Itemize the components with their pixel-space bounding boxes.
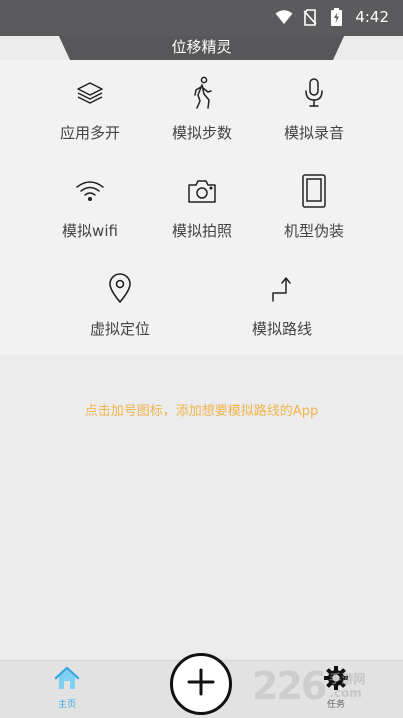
- status-bar: 4:42: [0, 0, 403, 34]
- watermark-text: 手游网 .com: [329, 672, 365, 700]
- feature-grid: 应用多开 模拟步数 模拟录音 模拟wifi 模拟拍照 机型伪装 虚拟定位 模拟路…: [0, 60, 403, 354]
- hint-text: 点击加号图标，添加想要模拟路线的App: [84, 404, 319, 419]
- route-icon: [265, 272, 299, 306]
- battery-charging-icon: [327, 8, 345, 26]
- feature-label: 模拟录音: [283, 124, 344, 142]
- phone-icon: [297, 174, 331, 208]
- feature-label: 应用多开: [59, 124, 120, 142]
- status-time: 4:42: [355, 8, 389, 26]
- feature-label: 模拟路线: [251, 320, 312, 338]
- layers-icon: [73, 76, 107, 110]
- feature-app-clone[interactable]: 应用多开: [34, 66, 146, 150]
- watermark-line1: 手游网: [329, 672, 366, 686]
- feature-label: 机型伪装: [283, 222, 344, 240]
- header: 位移精灵: [0, 34, 403, 60]
- camera-icon: [185, 174, 219, 208]
- plus-icon: [186, 667, 216, 701]
- wifi-status-icon: [275, 8, 293, 26]
- watermark-number: 226: [252, 664, 327, 708]
- walking-person-icon: [185, 76, 219, 110]
- feature-virtual-location[interactable]: 虚拟定位: [64, 262, 176, 346]
- add-button[interactable]: [170, 653, 232, 715]
- feature-label: 虚拟定位: [89, 320, 150, 338]
- location-pin-icon: [103, 272, 137, 306]
- watermark-line2: .com: [329, 686, 362, 700]
- feature-simulate-recording[interactable]: 模拟录音: [258, 66, 370, 150]
- feature-device-disguise[interactable]: 机型伪装: [258, 164, 370, 248]
- feature-label: 模拟拍照: [171, 222, 232, 240]
- feature-simulate-photo[interactable]: 模拟拍照: [146, 164, 258, 248]
- wifi-icon: [73, 174, 107, 208]
- nav-home[interactable]: 主页: [37, 665, 97, 715]
- feature-label: 模拟步数: [171, 124, 232, 142]
- feature-simulate-steps[interactable]: 模拟步数: [146, 66, 258, 150]
- microphone-icon: [297, 76, 331, 110]
- watermark: 226 手游网 .com: [252, 662, 365, 710]
- feature-simulate-wifi[interactable]: 模拟wifi: [34, 164, 146, 248]
- nav-home-label: 主页: [57, 700, 76, 710]
- feature-label: 模拟wifi: [62, 222, 118, 240]
- page-title: 位移精灵: [171, 38, 232, 56]
- feature-simulate-route[interactable]: 模拟路线: [226, 262, 338, 346]
- home-icon: [53, 665, 81, 695]
- no-sim-icon: [301, 8, 319, 26]
